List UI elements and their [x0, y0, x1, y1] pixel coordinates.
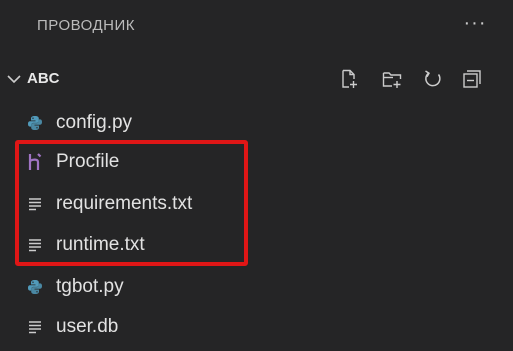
new-folder-icon	[382, 72, 402, 88]
text-file-icon	[26, 318, 44, 336]
folder-row-abc[interactable]: ABC	[0, 62, 513, 96]
new-file-icon	[342, 69, 357, 88]
file-row[interactable]: runtime.txt	[0, 228, 513, 262]
python-icon	[26, 114, 44, 132]
file-name: user.db	[56, 316, 119, 337]
file-name: runtime.txt	[56, 234, 145, 255]
file-row[interactable]: user.db	[0, 310, 513, 344]
collapse-all-icon	[463, 70, 481, 88]
file-name: config.py	[56, 112, 133, 133]
python-icon	[26, 278, 44, 296]
file-name: requirements.txt	[56, 193, 193, 214]
new-folder-button[interactable]	[379, 66, 405, 92]
text-file-icon	[26, 236, 44, 254]
explorer-header: ПРОВОДНИК ···	[0, 0, 513, 50]
heroku-icon	[26, 153, 44, 171]
file-row[interactable]: Procfile	[0, 145, 513, 179]
new-file-button[interactable]	[336, 66, 362, 92]
refresh-icon	[425, 70, 441, 87]
file-name: tgbot.py	[56, 276, 124, 297]
refresh-button[interactable]	[420, 66, 446, 92]
file-name: Procfile	[56, 151, 120, 172]
file-row[interactable]: tgbot.py	[0, 270, 513, 304]
chevron-down-icon[interactable]	[4, 69, 24, 89]
file-row[interactable]: config.py	[0, 106, 513, 140]
collapse-all-button[interactable]	[459, 66, 485, 92]
text-file-icon	[26, 195, 44, 213]
more-actions-label: ···	[463, 11, 487, 34]
more-actions-button[interactable]: ···	[460, 10, 490, 36]
explorer-panel: ПРОВОДНИК ··· ABC config.py Procfile req…	[0, 0, 513, 351]
folder-name: ABC	[27, 70, 60, 87]
explorer-title: ПРОВОДНИК	[37, 17, 135, 34]
file-row[interactable]: requirements.txt	[0, 187, 513, 221]
